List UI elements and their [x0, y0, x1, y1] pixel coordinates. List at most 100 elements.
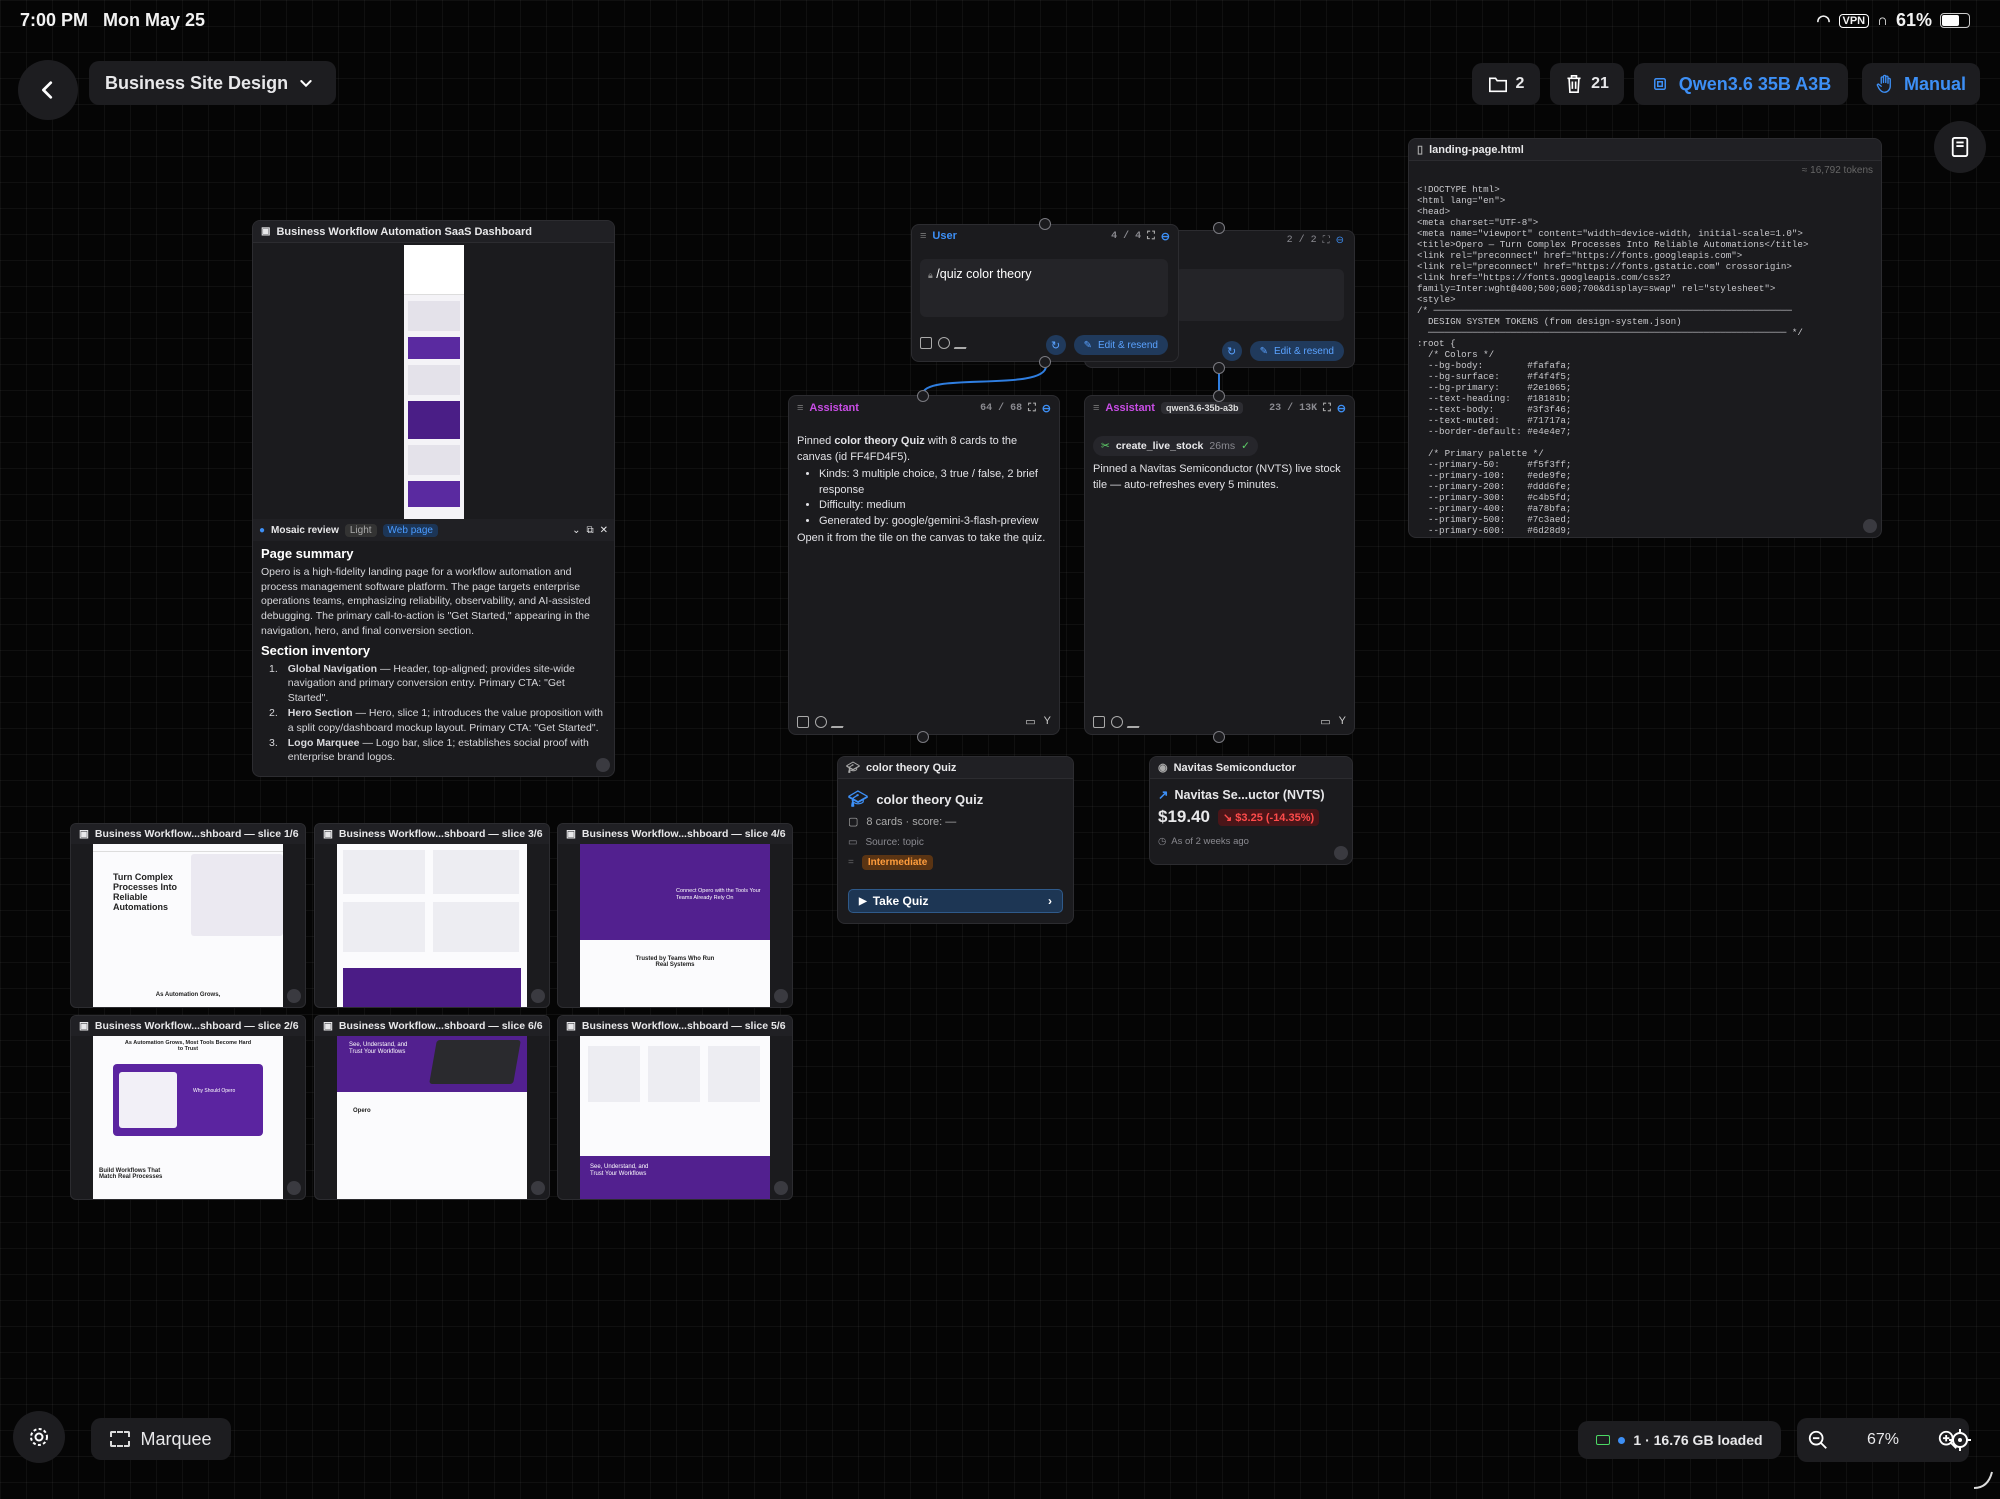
- branch-icon[interactable]: Y: [1339, 715, 1346, 728]
- connector-node[interactable]: [917, 731, 929, 743]
- code-line: --text-heading: #18181b;: [1417, 393, 1572, 404]
- resize-handle-icon[interactable]: [287, 989, 301, 1003]
- tile-title: color theory Quiz: [865, 761, 957, 774]
- resize-handle-icon[interactable]: [1863, 519, 1877, 533]
- inventory-heading: Section inventory: [261, 642, 371, 658]
- role-label: Assistant: [809, 402, 859, 414]
- code-file-card[interactable]: ▯ landing-page.html ≈ 16,792 tokens <!DO…: [1408, 138, 1882, 538]
- user-message-text: /quiz color theory: [936, 267, 1032, 281]
- code-line: <!DOCTYPE html>: [1417, 184, 1500, 195]
- image-icon[interactable]: [1093, 716, 1105, 728]
- drag-handle-icon[interactable]: ≡: [797, 402, 803, 414]
- close-icon[interactable]: ✕: [600, 525, 608, 536]
- resize-handle-icon[interactable]: [1334, 846, 1348, 860]
- connector-node[interactable]: [1039, 218, 1051, 230]
- drag-handle-icon[interactable]: ≡: [920, 230, 926, 242]
- code-line: --primary-100: #ede9fe;: [1417, 470, 1572, 481]
- tool-duration: 26ms: [1209, 440, 1236, 452]
- code-line: --bg-surface: #f4f4f5;: [1417, 371, 1572, 382]
- expand-icon[interactable]: ⛶: [1323, 235, 1330, 246]
- code-line: :root {: [1417, 338, 1456, 349]
- collapse-icon[interactable]: ⌄: [572, 525, 580, 536]
- recenter-icon[interactable]: [1948, 1428, 1972, 1452]
- settings-button[interactable]: [13, 1411, 65, 1463]
- token-count: 64 / 68: [980, 402, 1023, 414]
- chip-icon: [1596, 1435, 1611, 1445]
- comment-icon[interactable]: ▭: [1025, 715, 1035, 728]
- resize-handle-icon[interactable]: [596, 758, 610, 772]
- minus-circle-icon[interactable]: ⊖: [1336, 235, 1344, 246]
- draw-icon[interactable]: [953, 337, 971, 349]
- code-line: --primary-600: #6d28d9;: [1417, 525, 1572, 536]
- zoom-controls: 67%: [1797, 1418, 1969, 1462]
- minus-circle-icon[interactable]: ⊖: [1337, 402, 1346, 415]
- take-quiz-button[interactable]: ▶ Take Quiz ›: [848, 889, 1063, 913]
- code-line: --primary-300: #c4b5fd;: [1417, 492, 1572, 503]
- mosaic-review-card[interactable]: ▣ Business Workflow Automation SaaS Dash…: [252, 220, 615, 777]
- drag-handle-icon[interactable]: ≡: [1093, 402, 1099, 414]
- slice-thumbnail[interactable]: ▣ Business Workflow...shboard — slice 4/6…: [557, 823, 793, 1008]
- connector-node[interactable]: [1213, 731, 1225, 743]
- connector-node[interactable]: [1213, 362, 1225, 374]
- tool-call-chip[interactable]: ✂ create_live_stock 26ms ✓: [1093, 436, 1258, 456]
- minus-circle-icon[interactable]: ⊖: [1042, 402, 1051, 415]
- quiz-tile[interactable]: 🎓︎ color theory Quiz 🎓︎ color theory Qui…: [837, 756, 1074, 924]
- minus-circle-icon[interactable]: ⊖: [1161, 230, 1170, 243]
- expand-icon[interactable]: ⛶: [1323, 402, 1331, 415]
- arrow-down-right-icon: ↘: [1223, 811, 1233, 824]
- resize-handle-icon[interactable]: [774, 989, 788, 1003]
- resize-handle-icon[interactable]: [531, 1181, 545, 1195]
- user-message-card[interactable]: ≡ User 4 / 4 ⛶ ⊖ 🔒︎ /quiz color theory ↻…: [911, 224, 1179, 362]
- draw-icon[interactable]: [830, 716, 848, 728]
- code-line: <meta name="viewport" content="width=dev…: [1417, 228, 1803, 239]
- slice-thumbnail[interactable]: ▣ Business Workflow...shboard — slice 1/6…: [70, 823, 306, 1008]
- stock-asof: As of 2 weeks ago: [1171, 836, 1249, 847]
- memory-status[interactable]: 1 · 16.76 GB loaded: [1578, 1421, 1781, 1459]
- tag-web-page[interactable]: Web page: [382, 523, 438, 537]
- tag-light[interactable]: Light: [344, 523, 377, 537]
- connector-node[interactable]: [1039, 356, 1051, 368]
- slice-thumbnail[interactable]: ▣ Business Workflow...shboard — slice 5/6…: [557, 1015, 793, 1200]
- stock-tile[interactable]: ◉ Navitas Semiconductor ↗ Navitas Se...u…: [1149, 756, 1353, 865]
- refresh-icon[interactable]: ↻: [1045, 335, 1066, 355]
- assistant-message-card[interactable]: ≡ Assistant 64 / 68 ⛶ ⊖ Pinned color the…: [788, 395, 1060, 735]
- code-line: /* ─────────────────────────────────────…: [1417, 305, 1792, 316]
- stock-name: Navitas Se...uctor (NVTS): [1174, 787, 1325, 802]
- connector-node[interactable]: [1213, 222, 1225, 234]
- branch-icon[interactable]: Y: [1044, 715, 1051, 728]
- code-line: /* Colors */: [1417, 349, 1495, 360]
- resize-handle-icon[interactable]: [774, 1181, 788, 1195]
- assistant-text: Open it from the tile on the canvas to t…: [797, 532, 1046, 544]
- copy-icon[interactable]: ⧉: [586, 525, 593, 536]
- slice-thumbnail[interactable]: ▣ Business Workflow...shboard — slice 3/6: [314, 823, 550, 1008]
- slice-subheading: As Automation Grows,: [155, 992, 221, 998]
- connector-node[interactable]: [1213, 390, 1225, 402]
- thumb-header: ▣ Business Workflow...shboard — slice 4/6: [558, 824, 792, 844]
- code-line: <link rel="preconnect" href="https://fon…: [1417, 250, 1743, 261]
- resize-handle-icon[interactable]: [531, 989, 545, 1003]
- token-estimate: ≈ 16,792 tokens: [1801, 165, 1873, 176]
- code-line: --primary-400: #a78bfa;: [1417, 503, 1572, 514]
- graduation-cap-icon: 🎓︎: [846, 762, 860, 774]
- expand-icon[interactable]: ⛶: [1147, 230, 1155, 243]
- refresh-icon[interactable]: ↻: [1221, 341, 1242, 361]
- edit-resend-button[interactable]: ✎ Edit & resend: [1249, 341, 1344, 361]
- slice-heading: See, Understand, and Trust Your Workflow…: [590, 1164, 649, 1177]
- zoom-out-icon[interactable]: [1807, 1429, 1829, 1451]
- connector-node[interactable]: [917, 390, 929, 402]
- expand-icon[interactable]: ⛶: [1028, 402, 1036, 415]
- image-icon[interactable]: [920, 337, 932, 349]
- image-icon[interactable]: [797, 716, 809, 728]
- marquee-button[interactable]: Marquee: [91, 1418, 231, 1460]
- edit-resend-button[interactable]: ✎ Edit & resend: [1073, 335, 1168, 355]
- attach-icon[interactable]: [1111, 716, 1123, 728]
- attach-icon[interactable]: [938, 337, 950, 349]
- draw-icon[interactable]: [1126, 716, 1144, 728]
- assistant-message-card[interactable]: ≡ Assistant qwen3.6-35b-a3b 23 / 13K ⛶ ⊖…: [1084, 395, 1355, 735]
- attach-icon[interactable]: [815, 716, 827, 728]
- comment-icon[interactable]: ▭: [1320, 715, 1330, 728]
- slice-thumbnail[interactable]: ▣ Business Workflow...shboard — slice 6/6…: [314, 1015, 550, 1200]
- slice-thumbnail[interactable]: ▣ Business Workflow...shboard — slice 2/6…: [70, 1015, 306, 1200]
- model-tag: qwen3.6-35b-a3b: [1160, 402, 1244, 414]
- resize-handle-icon[interactable]: [287, 1181, 301, 1195]
